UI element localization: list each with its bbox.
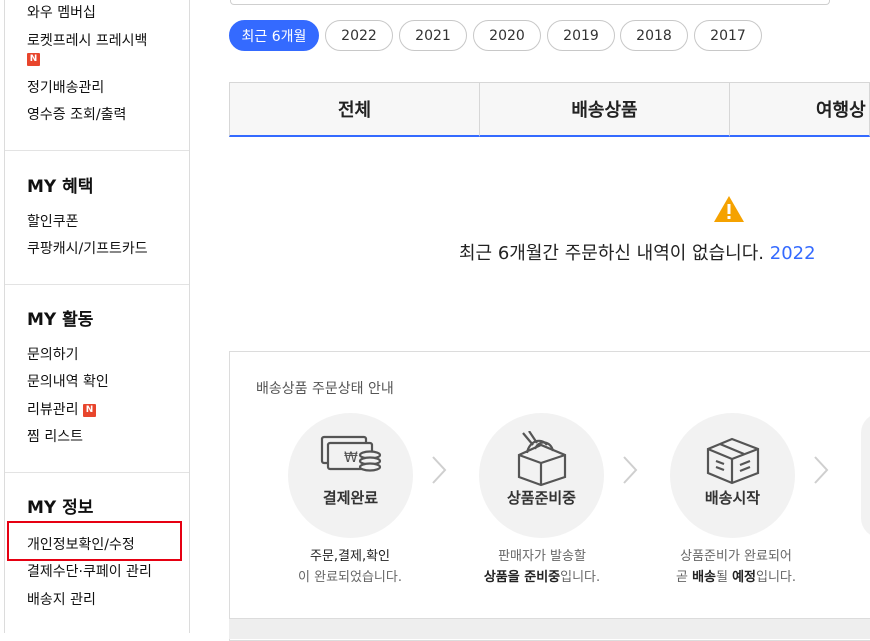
sidebar-item-wishlist[interactable]: 찜 리스트: [27, 428, 83, 446]
sidebar-heading-benefits: MY 혜택: [27, 177, 94, 197]
period-2022[interactable]: 2022: [325, 20, 393, 51]
period-2017[interactable]: 2017: [694, 20, 762, 51]
sidebar: 와우 멤버십 로켓프레시 프레시백 N 정기배송관리 영수증 조회/출력 MY …: [4, 0, 190, 633]
sidebar-item-inquiry-history[interactable]: 문의내역 확인: [27, 373, 109, 391]
chevron-right-icon: [621, 455, 639, 489]
step-description: 판매자가 발송할 상품을 준비중입니다.: [452, 546, 632, 588]
sidebar-divider: [5, 150, 189, 151]
payment-icon: ₩: [320, 431, 382, 485]
sidebar-item-payment-methods[interactable]: 결제수단·쿠페이 관리: [27, 563, 152, 581]
sidebar-item-label: 리뷰관리: [27, 402, 79, 418]
step-payment-complete: ₩ 결제완료: [288, 413, 413, 538]
period-2018[interactable]: 2018: [620, 20, 688, 51]
sidebar-item-profile-edit[interactable]: 개인정보확인/수정: [27, 536, 135, 554]
step-label: 상품준비중: [506, 489, 576, 507]
step-desc-line: 주문,결제,확인: [309, 549, 391, 564]
new-badge: N: [27, 53, 40, 66]
step-desc-line: 곧 배송될 예정입니다.: [675, 570, 797, 585]
sidebar-heading-activity: MY 활동: [27, 310, 94, 330]
tab-delivery[interactable]: 배송상품: [479, 82, 730, 137]
warning-icon: [713, 195, 745, 227]
sidebar-item-reviews[interactable]: 리뷰관리 N: [27, 401, 96, 419]
step-desc-line: 상품을 준비중입니다.: [483, 570, 601, 585]
new-badge: N: [82, 403, 96, 417]
sidebar-item-wow-membership[interactable]: 와우 멤버십: [27, 4, 96, 22]
chevron-right-icon: [812, 455, 830, 489]
step-desc-line: 상품준비가 완료되어: [680, 549, 792, 564]
sidebar-item-receipt[interactable]: 영수증 조회/출력: [27, 106, 126, 124]
step-shipping-started: 배송시작: [670, 413, 795, 538]
sidebar-divider: [5, 472, 189, 473]
step-desc-line: 이 완료되었습니다.: [298, 570, 402, 585]
sidebar-heading-info: MY 정보: [27, 498, 94, 518]
step-preparing: 상품준비중: [479, 413, 604, 538]
step-desc-line: 판매자가 발송할: [498, 549, 586, 564]
period-2021[interactable]: 2021: [399, 20, 467, 51]
chevron-right-icon: [430, 455, 448, 489]
search-input[interactable]: [230, 0, 830, 5]
svg-text:₩: ₩: [344, 450, 358, 466]
empty-message: 최근 6개월간 주문하신 내역이 없습니다. 2022: [459, 239, 816, 265]
sidebar-divider: [5, 284, 189, 285]
shipping-box-icon: [702, 431, 764, 491]
guide-title: 배송상품 주문상태 안내: [256, 381, 394, 397]
sidebar-item-rocket-fresh-bag[interactable]: 로켓프레시 프레시백: [27, 32, 147, 50]
sidebar-item-addresses[interactable]: 배송지 관리: [27, 591, 96, 609]
empty-year-link[interactable]: 2022: [770, 243, 816, 264]
box-preparing-icon: [511, 430, 573, 491]
step-label: 배송시작: [704, 489, 761, 507]
sidebar-item-coupons[interactable]: 할인쿠폰: [27, 213, 79, 231]
sidebar-item-inquiry[interactable]: 문의하기: [27, 346, 79, 364]
step-label: 결제완료: [322, 489, 379, 507]
step-description: 상품준비가 완료되어 곧 배송될 예정입니다.: [646, 546, 826, 588]
tab-travel[interactable]: 여행상: [729, 82, 870, 137]
period-2020[interactable]: 2020: [473, 20, 541, 51]
step-description: 주문,결제,확인 이 완료되었습니다.: [260, 546, 440, 588]
period-recent-6-months[interactable]: 최근 6개월: [229, 20, 319, 51]
empty-message-text: 최근 6개월간 주문하신 내역이 없습니다.: [459, 243, 765, 264]
guide-footer: [229, 618, 870, 639]
period-2019[interactable]: 2019: [547, 20, 615, 51]
sidebar-item-subscription[interactable]: 정기배송관리: [27, 79, 104, 97]
tab-all[interactable]: 전체: [229, 82, 480, 137]
sidebar-item-cash-giftcard[interactable]: 쿠팡캐시/기프트카드: [27, 240, 148, 258]
step-partial: [861, 413, 870, 538]
